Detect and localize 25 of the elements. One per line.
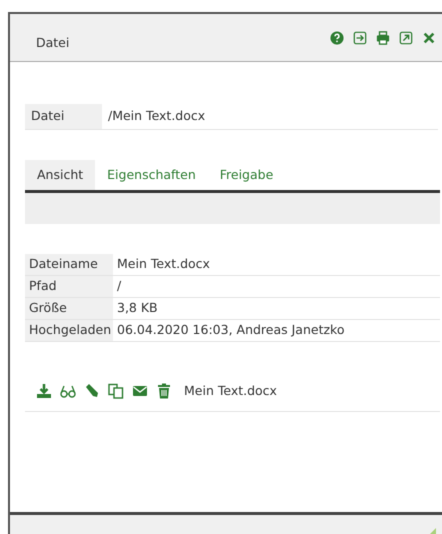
property-value: 3,8 KB [116, 298, 158, 317]
property-label: Pfad [25, 276, 113, 297]
close-icon[interactable] [422, 31, 436, 45]
property-label: Hochgeladen [25, 320, 113, 341]
trash-icon[interactable] [156, 383, 172, 400]
property-value: / [116, 276, 122, 295]
copy-icon[interactable] [108, 383, 124, 400]
property-label: Dateiname [25, 254, 113, 275]
pencil-icon[interactable] [84, 383, 100, 400]
property-label: Größe [25, 298, 113, 319]
glasses-icon[interactable] [60, 383, 76, 400]
tab[interactable]: Eigenschaften [95, 160, 208, 190]
print-icon[interactable] [376, 31, 390, 45]
file-name: Mein Text.docx [184, 382, 277, 400]
field-value: /Mein Text.docx [107, 107, 206, 126]
tab[interactable]: Ansicht [25, 160, 96, 190]
external-link-icon[interactable] [399, 31, 413, 45]
dialog-title: Datei [36, 34, 70, 52]
sign-in-icon[interactable] [353, 31, 367, 45]
property-value: Mein Text.docx [116, 254, 210, 273]
help-icon[interactable] [330, 31, 344, 45]
property-value: 06.04.2020 16:03, Andreas Janetzko [116, 320, 344, 339]
field-label: Datei [25, 104, 102, 129]
tab[interactable]: Freigabe [208, 160, 286, 190]
download-icon[interactable] [36, 383, 52, 400]
